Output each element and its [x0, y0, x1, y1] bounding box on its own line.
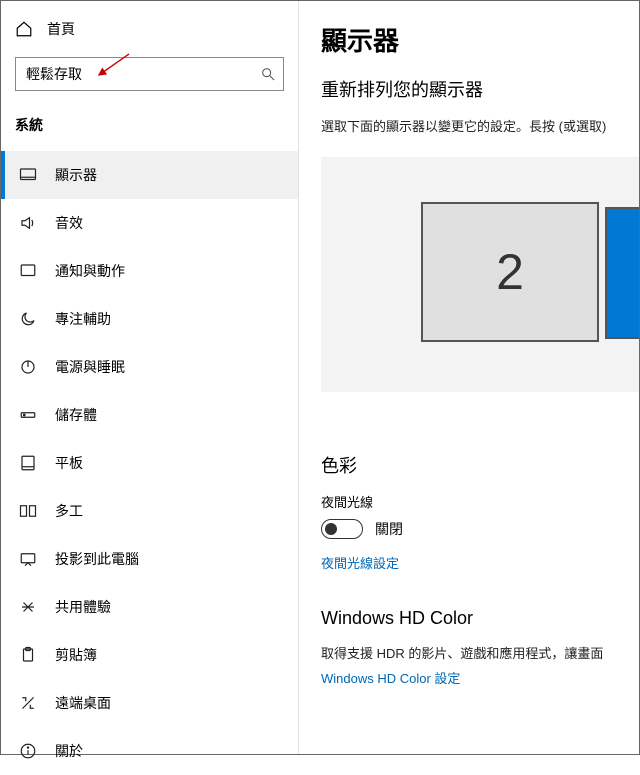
- sidebar-item-label: 通知與動作: [55, 261, 125, 281]
- sidebar-item-about[interactable]: 關於: [1, 727, 298, 775]
- home-label: 首頁: [47, 19, 75, 39]
- night-light-label: 夜間光線: [321, 492, 639, 511]
- multitasking-icon: [19, 502, 37, 520]
- sidebar-item-label: 電源與睡眠: [55, 357, 125, 377]
- rearrange-heading: 重新排列您的顯示器: [321, 76, 639, 102]
- tablet-icon: [19, 454, 37, 472]
- monitor-1[interactable]: [605, 207, 639, 339]
- home-row[interactable]: 首頁: [1, 1, 298, 51]
- speaker-icon: [19, 214, 37, 232]
- clipboard-icon: [19, 646, 37, 664]
- rearrange-text: 選取下面的顯示器以變更它的設定。長按 (或選取): [321, 116, 639, 135]
- hdcolor-text: 取得支援 HDR 的影片、遊戲和應用程式，讓畫面: [321, 643, 639, 662]
- sidebar-item-multitasking[interactable]: 多工: [1, 487, 298, 535]
- sidebar-item-label: 關於: [55, 741, 83, 761]
- sidebar-item-tablet[interactable]: 平板: [1, 439, 298, 487]
- sidebar-item-notifications[interactable]: 通知與動作: [1, 247, 298, 295]
- share-icon: [19, 598, 37, 616]
- color-heading: 色彩: [321, 452, 639, 478]
- sidebar-item-label: 遠端桌面: [55, 693, 111, 713]
- sidebar-item-focus-assist[interactable]: 專注輔助: [1, 295, 298, 343]
- settings-sidebar: 首頁 系統 顯示器 音效 通知與動作 專注輔助 電源與睡眠: [1, 1, 299, 754]
- sidebar-item-label: 多工: [55, 501, 83, 521]
- power-icon: [19, 358, 37, 376]
- notification-icon: [19, 262, 37, 280]
- monitor-2-label: 2: [496, 243, 524, 301]
- night-light-toggle[interactable]: [321, 519, 363, 539]
- sidebar-item-storage[interactable]: 儲存體: [1, 391, 298, 439]
- night-light-toggle-row: 關閉: [321, 519, 639, 539]
- sidebar-item-project[interactable]: 投影到此電腦: [1, 535, 298, 583]
- sidebar-nav: 顯示器 音效 通知與動作 專注輔助 電源與睡眠 儲存體 平板 多工: [1, 151, 298, 775]
- sidebar-item-clipboard[interactable]: 剪貼簿: [1, 631, 298, 679]
- search-wrap: [15, 57, 284, 91]
- sidebar-item-sound[interactable]: 音效: [1, 199, 298, 247]
- sidebar-item-power-sleep[interactable]: 電源與睡眠: [1, 343, 298, 391]
- sidebar-item-label: 音效: [55, 213, 83, 233]
- sidebar-item-label: 投影到此電腦: [55, 549, 139, 569]
- sidebar-item-label: 共用體驗: [55, 597, 111, 617]
- home-icon: [15, 20, 33, 38]
- search-icon: [260, 66, 276, 82]
- sidebar-item-label: 剪貼簿: [55, 645, 97, 665]
- sidebar-item-label: 專注輔助: [55, 309, 111, 329]
- moon-icon: [19, 310, 37, 328]
- remote-icon: [19, 694, 37, 712]
- sidebar-item-remote-desktop[interactable]: 遠端桌面: [1, 679, 298, 727]
- storage-icon: [19, 406, 37, 424]
- sidebar-item-shared[interactable]: 共用體驗: [1, 583, 298, 631]
- project-icon: [19, 550, 37, 568]
- display-icon: [19, 166, 37, 184]
- display-arrange-area[interactable]: 2: [321, 157, 639, 392]
- info-icon: [19, 742, 37, 760]
- page-title: 顯示器: [321, 21, 639, 58]
- main-content: 顯示器 重新排列您的顯示器 選取下面的顯示器以變更它的設定。長按 (或選取) 2…: [299, 1, 639, 754]
- hdcolor-heading: Windows HD Color: [321, 608, 639, 629]
- night-light-status: 關閉: [375, 519, 403, 539]
- monitor-2[interactable]: 2: [421, 202, 599, 342]
- search-input[interactable]: [15, 57, 284, 91]
- hdcolor-settings-link[interactable]: Windows HD Color 設定: [321, 668, 639, 687]
- sidebar-item-label: 平板: [55, 453, 83, 473]
- night-light-settings-link[interactable]: 夜間光線設定: [321, 553, 639, 572]
- sidebar-item-display[interactable]: 顯示器: [1, 151, 298, 199]
- sidebar-item-label: 顯示器: [55, 165, 97, 185]
- sidebar-item-label: 儲存體: [55, 405, 97, 425]
- sidebar-section-label: 系統: [1, 101, 298, 151]
